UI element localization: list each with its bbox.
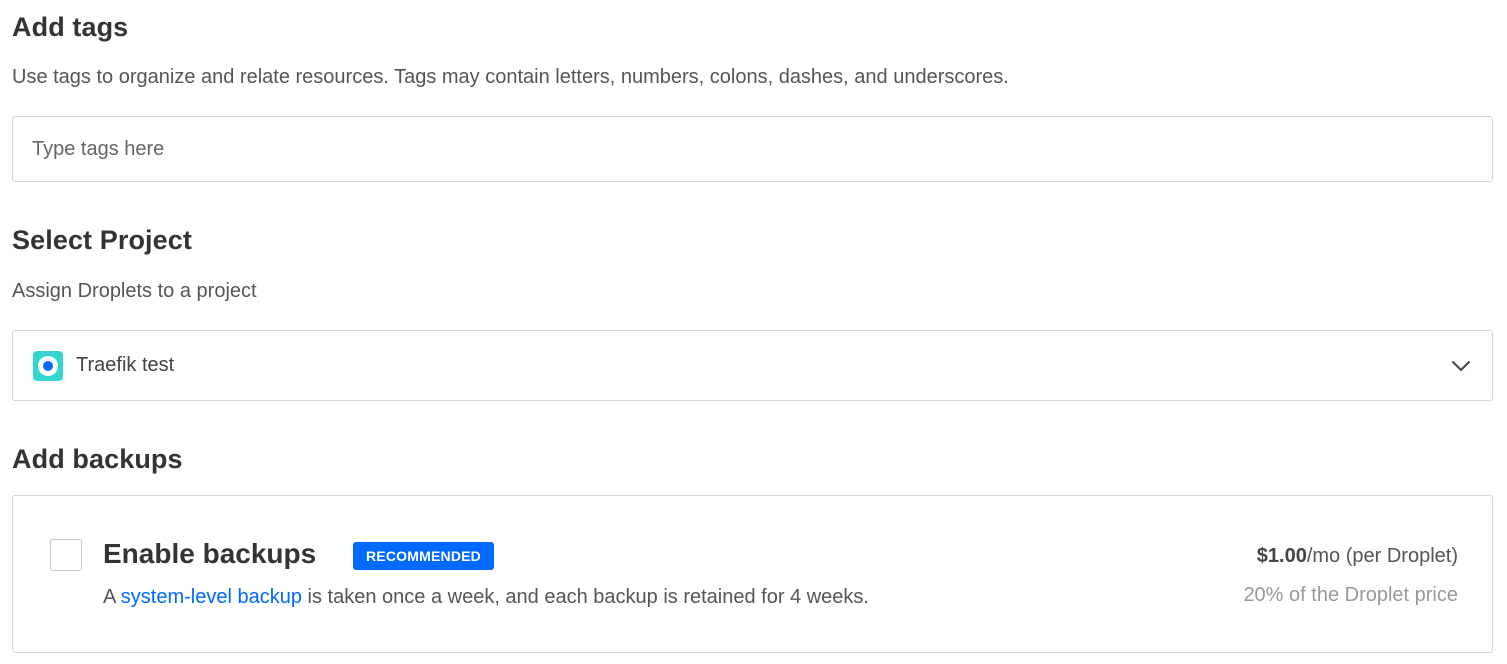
enable-backups-checkbox[interactable] [50, 539, 82, 571]
backup-description: A system-level backup is taken once a we… [103, 586, 869, 608]
chevron-down-icon[interactable] [1450, 355, 1472, 377]
backup-price-amount: $1.00 [1256, 545, 1307, 567]
droplet-settings-page: Add tags Use tags to organize and relate… [0, 0, 1507, 664]
backup-price-note: 20% of the Droplet price [1243, 584, 1458, 606]
enable-backups-label[interactable]: Enable backups [103, 538, 316, 570]
backup-price: $1.00/mo (per Droplet) [1257, 545, 1458, 568]
backup-option-card[interactable]: Enable backups RECOMMENDED A system-leve… [12, 495, 1493, 653]
backup-price-unit: /mo (per Droplet) [1306, 545, 1458, 567]
add-tags-description: Use tags to organize and relate resource… [12, 66, 1009, 88]
add-tags-heading: Add tags [12, 12, 129, 42]
tags-input[interactable] [12, 116, 1493, 182]
project-icon [33, 350, 63, 381]
recommended-badge: RECOMMENDED [353, 542, 494, 570]
select-project-heading: Select Project [12, 225, 192, 255]
project-dropdown[interactable]: Traefik test [12, 330, 1493, 401]
select-project-description: Assign Droplets to a project [12, 280, 257, 302]
system-level-backup-link[interactable]: system-level backup [121, 586, 302, 608]
add-backups-heading: Add backups [12, 444, 183, 474]
selected-project-name: Traefik test [76, 354, 175, 376]
